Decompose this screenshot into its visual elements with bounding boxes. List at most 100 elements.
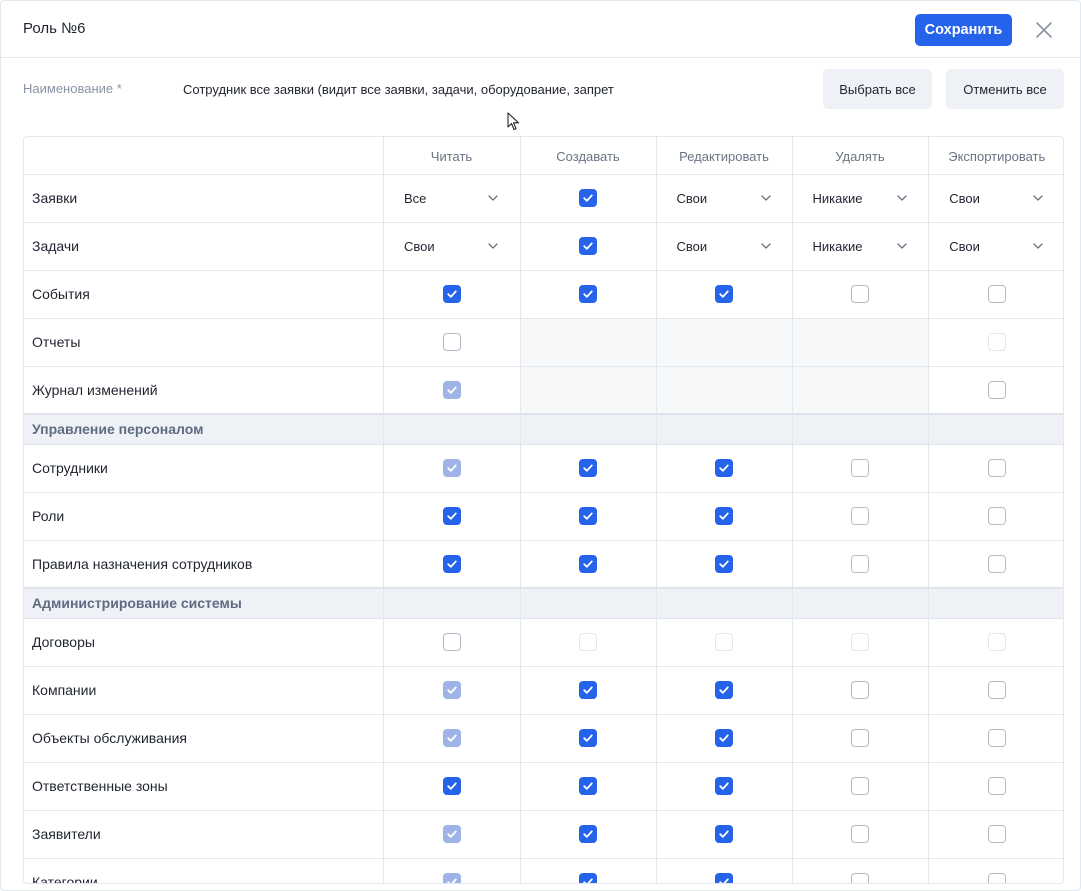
permission-cell <box>520 540 657 589</box>
permission-checkbox[interactable] <box>442 776 461 795</box>
permission-checkbox[interactable] <box>715 554 733 573</box>
permission-checkbox[interactable] <box>987 506 1006 525</box>
permission-checkbox <box>715 632 733 651</box>
permission-checkbox[interactable] <box>579 188 597 207</box>
section-row: Управление персоналом <box>24 413 1063 445</box>
permission-cell: Никакие <box>792 222 929 271</box>
permission-checkbox <box>442 728 461 747</box>
permission-checkbox[interactable] <box>715 728 733 747</box>
permission-checkbox[interactable] <box>579 728 597 747</box>
select-all-button[interactable]: Выбрать все <box>823 69 932 109</box>
header-cell <box>24 137 384 175</box>
permission-checkbox[interactable] <box>851 776 869 795</box>
section-cell <box>928 587 1063 619</box>
permission-checkbox[interactable] <box>851 554 869 573</box>
section-cell <box>792 413 929 445</box>
permission-cell <box>383 540 521 589</box>
permission-cell <box>792 762 929 811</box>
permission-checkbox[interactable] <box>851 458 869 477</box>
permission-cell: Свои <box>928 174 1063 223</box>
unavailable-cell <box>792 366 929 415</box>
permission-checkbox[interactable] <box>579 458 597 477</box>
permission-checkbox[interactable] <box>987 380 1006 399</box>
row-label: Роли <box>24 492 384 541</box>
scope-select[interactable]: Свои <box>949 191 1044 206</box>
permission-checkbox[interactable] <box>987 872 1006 883</box>
permission-cell <box>520 762 657 811</box>
scope-select[interactable]: Свои <box>949 239 1044 254</box>
permission-checkbox[interactable] <box>579 284 597 303</box>
row-label: Объекты обслуживания <box>24 714 384 763</box>
header-edit: Редактировать <box>656 137 793 175</box>
name-input[interactable]: Сотрудник все заявки (видит все заявки, … <box>183 82 803 97</box>
permission-checkbox[interactable] <box>579 776 597 795</box>
deselect-all-button[interactable]: Отменить все <box>946 69 1064 109</box>
permission-checkbox <box>442 680 461 699</box>
permission-checkbox[interactable] <box>987 458 1006 477</box>
table-row: Договоры <box>24 618 1063 667</box>
scope-select[interactable]: Все <box>404 191 499 206</box>
permission-checkbox[interactable] <box>442 506 461 525</box>
permission-cell <box>792 618 929 667</box>
permission-cell <box>656 540 793 589</box>
permission-checkbox[interactable] <box>715 458 733 477</box>
table-row: Компании <box>24 666 1063 715</box>
permission-checkbox[interactable] <box>851 284 869 303</box>
permission-checkbox[interactable] <box>987 284 1006 303</box>
permission-checkbox[interactable] <box>987 824 1006 843</box>
permission-checkbox[interactable] <box>579 236 597 255</box>
permission-checkbox[interactable] <box>579 824 597 843</box>
permission-checkbox[interactable] <box>715 824 733 843</box>
permission-cell <box>383 492 521 541</box>
permission-checkbox[interactable] <box>987 680 1006 699</box>
permission-cell <box>928 762 1063 811</box>
permission-checkbox[interactable] <box>715 506 733 525</box>
permission-cell <box>656 492 793 541</box>
row-label: Журнал изменений <box>24 366 384 415</box>
permission-checkbox[interactable] <box>715 284 733 303</box>
permissions-table: Читать Создавать Редактировать Удалять Э… <box>23 136 1064 884</box>
permission-checkbox[interactable] <box>715 680 733 699</box>
permission-checkbox[interactable] <box>987 554 1006 573</box>
permission-cell <box>928 318 1063 367</box>
permission-checkbox[interactable] <box>715 872 733 883</box>
permission-cell <box>656 666 793 715</box>
permission-cell <box>520 618 657 667</box>
permission-checkbox[interactable] <box>851 728 869 747</box>
scope-select[interactable]: Никакие <box>813 191 908 206</box>
permission-checkbox[interactable] <box>851 824 869 843</box>
permission-checkbox[interactable] <box>851 680 869 699</box>
scope-select[interactable]: Свои <box>677 191 772 206</box>
permission-checkbox[interactable] <box>442 332 461 351</box>
header-delete: Удалять <box>792 137 929 175</box>
scope-select-value: Свои <box>676 190 708 206</box>
close-icon[interactable] <box>1032 18 1056 42</box>
permission-checkbox[interactable] <box>442 554 461 573</box>
permission-checkbox[interactable] <box>715 776 733 795</box>
save-button[interactable]: Сохранить <box>915 14 1012 46</box>
table-row: Ответственные зоны <box>24 762 1063 811</box>
permission-checkbox[interactable] <box>987 728 1006 747</box>
permission-cell <box>656 810 793 859</box>
permission-checkbox[interactable] <box>442 632 461 651</box>
permission-cell <box>928 810 1063 859</box>
scope-select[interactable]: Свои <box>677 239 772 254</box>
permission-checkbox[interactable] <box>987 776 1006 795</box>
permission-checkbox[interactable] <box>579 872 597 883</box>
permission-checkbox[interactable] <box>579 554 597 573</box>
permission-cell <box>520 666 657 715</box>
permission-checkbox[interactable] <box>579 506 597 525</box>
row-label: Правила назначения сотрудников <box>24 540 384 589</box>
scope-select[interactable]: Свои <box>404 239 499 254</box>
permission-checkbox[interactable] <box>442 284 461 303</box>
chevron-down-icon <box>1032 194 1044 202</box>
row-label: Категории <box>24 858 384 883</box>
permission-checkbox[interactable] <box>851 872 869 883</box>
scope-select[interactable]: Никакие <box>813 239 908 254</box>
permission-checkbox[interactable] <box>579 680 597 699</box>
permission-cell <box>792 666 929 715</box>
permission-cell <box>383 444 521 493</box>
role-modal: Роль №6 Сохранить Наименование * Сотрудн… <box>0 0 1081 891</box>
permission-checkbox[interactable] <box>851 506 869 525</box>
unavailable-cell <box>520 318 657 367</box>
